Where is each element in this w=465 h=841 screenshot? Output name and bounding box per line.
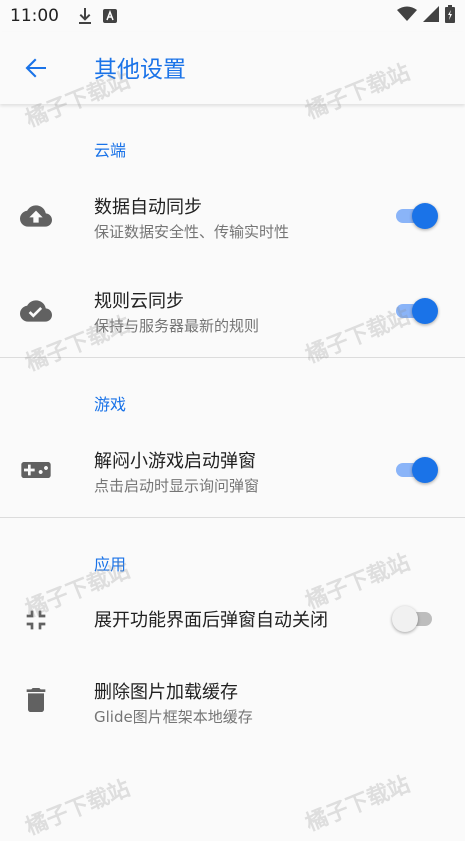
preference-title: 展开功能界面后弹窗自动关闭 <box>94 610 328 631</box>
rule-cloud-sync-switch[interactable] <box>396 296 438 326</box>
section-divider <box>0 517 465 518</box>
a-badge-icon <box>103 9 117 23</box>
preference-game-dialog[interactable]: 解闷小游戏启动弹窗 点击启动时显示询问弹窗 <box>0 440 465 502</box>
section-header-app: 应用 <box>94 555 127 574</box>
preference-title: 删除图片加载缓存 <box>94 682 238 703</box>
watermark: 橘子下载站 <box>22 776 134 841</box>
status-time: 11:00 <box>10 6 59 26</box>
cloud-done-icon <box>20 295 52 327</box>
preference-auto-close-dialog[interactable]: 展开功能界面后弹窗自动关闭 <box>0 598 465 642</box>
page-title: 其他设置 <box>94 57 186 83</box>
trash-icon <box>20 684 52 716</box>
download-icon <box>77 7 93 25</box>
auto-sync-switch[interactable] <box>396 201 438 231</box>
preference-summary: 保证数据安全性、传输实时性 <box>94 223 290 241</box>
back-arrow-icon[interactable] <box>20 52 52 84</box>
cloud-upload-icon <box>20 200 52 232</box>
preference-title: 解闷小游戏启动弹窗 <box>94 451 256 472</box>
app-bar: 其他设置 <box>0 32 465 104</box>
collapse-icon <box>20 604 52 636</box>
section-divider <box>0 357 465 358</box>
section-header-cloud: 云端 <box>94 141 127 160</box>
section-header-game: 游戏 <box>94 395 127 414</box>
preference-summary: 点击启动时显示询问弹窗 <box>94 477 260 495</box>
status-bar: 11:00 <box>0 0 465 32</box>
gamepad-icon <box>20 454 52 486</box>
preference-auto-sync[interactable]: 数据自动同步 保证数据安全性、传输实时性 <box>0 185 465 247</box>
wifi-icon <box>397 6 417 27</box>
preference-summary: Glide图片框架本地缓存 <box>94 708 253 726</box>
preference-title: 数据自动同步 <box>94 197 202 218</box>
battery-icon <box>445 4 455 28</box>
preference-rule-cloud-sync[interactable]: 规则云同步 保持与服务器最新的规则 <box>0 279 465 341</box>
preference-clear-image-cache[interactable]: 删除图片加载缓存 Glide图片框架本地缓存 <box>0 676 465 738</box>
preference-title: 规则云同步 <box>94 291 184 312</box>
preference-summary: 保持与服务器最新的规则 <box>94 317 260 335</box>
auto-close-dialog-switch[interactable] <box>392 604 438 634</box>
watermark: 橘子下载站 <box>302 772 414 837</box>
signal-icon <box>423 5 439 27</box>
game-dialog-switch[interactable] <box>396 455 438 485</box>
